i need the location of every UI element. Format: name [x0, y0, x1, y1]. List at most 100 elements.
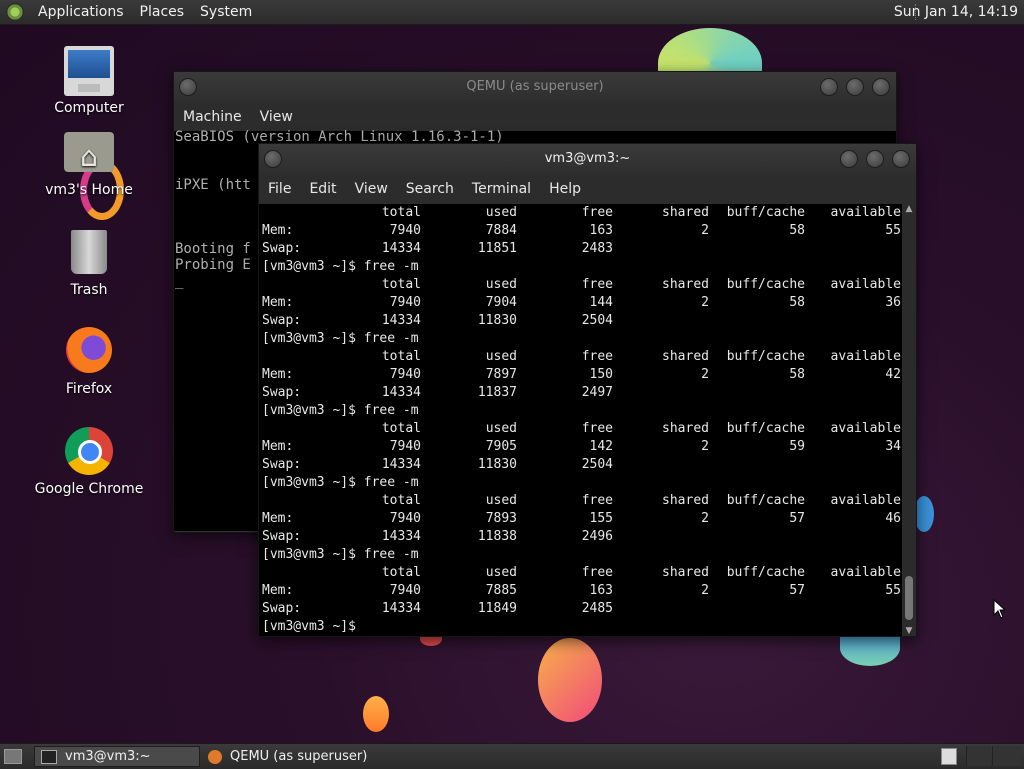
swap-value: 2504: [581, 313, 613, 328]
mem-value: 42: [885, 367, 901, 382]
menu-applications[interactable]: Applications: [30, 4, 132, 20]
terminal-menu-file[interactable]: File: [259, 181, 300, 197]
prompt-line: [vm3@vm3 ~]$ free -m: [259, 330, 902, 348]
taskbar-label: vm3@vm3:~: [65, 749, 151, 764]
free-header-cell: buff/cache: [726, 493, 805, 508]
mate-logo-icon[interactable]: [6, 3, 24, 21]
taskbar-item-qemu[interactable]: QEMU (as superuser): [202, 746, 402, 767]
free-header-cell: free: [581, 277, 613, 292]
desktop-icon-label: Trash: [70, 282, 108, 298]
mem-value: 59: [789, 439, 805, 454]
desktop-icon-home[interactable]: vm3's Home: [34, 130, 144, 198]
swap-value: 14334: [381, 313, 421, 328]
desktop-icon-firefox[interactable]: Firefox: [34, 327, 144, 397]
swap-label: Swap:: [262, 313, 302, 328]
terminal-output[interactable]: total used free shared buff/cache available Me…: [259, 204, 902, 636]
desktop-icon-label: Google Chrome: [34, 481, 144, 497]
mem-value: 7885: [485, 583, 517, 598]
mem-value: 58: [789, 223, 805, 238]
clock[interactable]: Sun Jan 14, 14:19: [894, 4, 1018, 20]
free-header-cell: total: [381, 493, 421, 508]
terminal-menu-edit[interactable]: Edit: [300, 181, 345, 197]
free-header-cell: free: [581, 493, 613, 508]
terminal-scrollbar[interactable]: ▲ ▼: [902, 204, 916, 636]
mem-value: 7897: [485, 367, 517, 382]
swap-row: Swap: 14334 11837 2497: [259, 384, 902, 402]
desktop-icon-trash[interactable]: Trash: [34, 230, 144, 298]
swap-value: 14334: [381, 241, 421, 256]
swap-value: 2504: [581, 457, 613, 472]
bottom-panel: vm3@vm3:~ QEMU (as superuser): [0, 743, 1024, 769]
swap-row: Swap: 14334 11830 2504: [259, 456, 902, 474]
workspace-switcher-slot[interactable]: [992, 746, 1021, 766]
mem-value: 150: [589, 367, 613, 382]
workspace-switcher-slot[interactable]: [966, 746, 991, 766]
free-header-cell: buff/cache: [726, 421, 805, 436]
free-header-cell: total: [381, 205, 421, 220]
free-header-cell: available: [830, 493, 901, 508]
desktop-icon-chrome[interactable]: Google Chrome: [34, 427, 144, 497]
free-header-cell: shared: [662, 349, 709, 364]
mem-label: Mem:: [262, 223, 294, 238]
desktop-icon-computer[interactable]: Computer: [34, 46, 144, 116]
close-icon[interactable]: [892, 150, 910, 168]
command-text: free -m: [363, 475, 419, 490]
close-icon[interactable]: [872, 78, 890, 96]
terminal-menu-terminal[interactable]: Terminal: [463, 181, 540, 197]
terminal-menu-help[interactable]: Help: [540, 181, 590, 197]
swap-value: 2496: [581, 529, 613, 544]
scroll-up-arrow-icon[interactable]: ▲: [902, 204, 916, 214]
mem-row: Mem: 7940 7885 163 2 57 55: [259, 582, 902, 600]
free-header-cell: shared: [662, 493, 709, 508]
minimize-icon[interactable]: [820, 78, 838, 96]
free-header-cell: shared: [662, 565, 709, 580]
free-header-cell: buff/cache: [726, 349, 805, 364]
command-text: free -m: [363, 403, 419, 418]
scroll-down-arrow-icon[interactable]: ▼: [902, 626, 916, 636]
qemu-window-title: QEMU (as superuser): [466, 79, 604, 94]
menu-system[interactable]: System: [192, 4, 260, 20]
prompt-line: [vm3@vm3 ~]$ free -m: [259, 258, 902, 276]
qemu-menu-machine[interactable]: Machine: [174, 109, 251, 125]
menu-places[interactable]: Places: [132, 4, 193, 20]
mem-value: 7905: [485, 439, 517, 454]
free-header-cell: free: [581, 421, 613, 436]
swap-row: Swap: 14334 11838 2496: [259, 528, 902, 546]
free-header-cell: buff/cache: [726, 205, 805, 220]
maximize-icon[interactable]: [846, 78, 864, 96]
maximize-icon[interactable]: [866, 150, 884, 168]
mem-value: 155: [589, 511, 613, 526]
terminal-menu-search[interactable]: Search: [397, 181, 463, 197]
mem-value: 46: [885, 511, 901, 526]
free-header-cell: total: [381, 565, 421, 580]
minimize-icon[interactable]: [840, 150, 858, 168]
chrome-icon: [65, 427, 113, 475]
mem-value: 7940: [389, 223, 421, 238]
mem-value: 2: [701, 223, 709, 238]
swap-row: Swap: 14334 11851 2483: [259, 240, 902, 258]
free-header-cell: free: [581, 349, 613, 364]
mem-row: Mem: 7940 7905 142 2 59 34: [259, 438, 902, 456]
qemu-titlebar[interactable]: QEMU (as superuser): [174, 72, 896, 102]
swap-value: 11838: [477, 529, 517, 544]
terminal-menu-view[interactable]: View: [346, 181, 397, 197]
terminal-window[interactable]: vm3@vm3:~ File Edit View Search Terminal…: [258, 143, 917, 637]
mem-value: 7940: [389, 511, 421, 526]
scrollbar-thumb[interactable]: [905, 576, 913, 620]
qemu-screen-line: iPXE (htt: [175, 177, 251, 193]
computer-icon: [64, 46, 114, 96]
show-desktop-icon[interactable]: [4, 749, 22, 764]
mem-value: 142: [589, 439, 613, 454]
terminal-titlebar[interactable]: vm3@vm3:~: [259, 144, 916, 174]
desktop-icon-label: vm3's Home: [45, 182, 133, 198]
workspace-switcher-icon[interactable]: [941, 748, 957, 765]
prompt-line: [vm3@vm3 ~]$ free -m: [259, 474, 902, 492]
mem-value: 163: [589, 223, 613, 238]
taskbar-item-terminal[interactable]: vm3@vm3:~: [34, 746, 200, 767]
qemu-cursor: _: [175, 273, 184, 289]
free-header-cell: buff/cache: [726, 277, 805, 292]
mouse-pointer-icon: [993, 599, 1005, 619]
mem-value: 36: [885, 295, 901, 310]
qemu-menu-view[interactable]: View: [251, 109, 302, 125]
wallpaper-shape: [914, 496, 934, 532]
